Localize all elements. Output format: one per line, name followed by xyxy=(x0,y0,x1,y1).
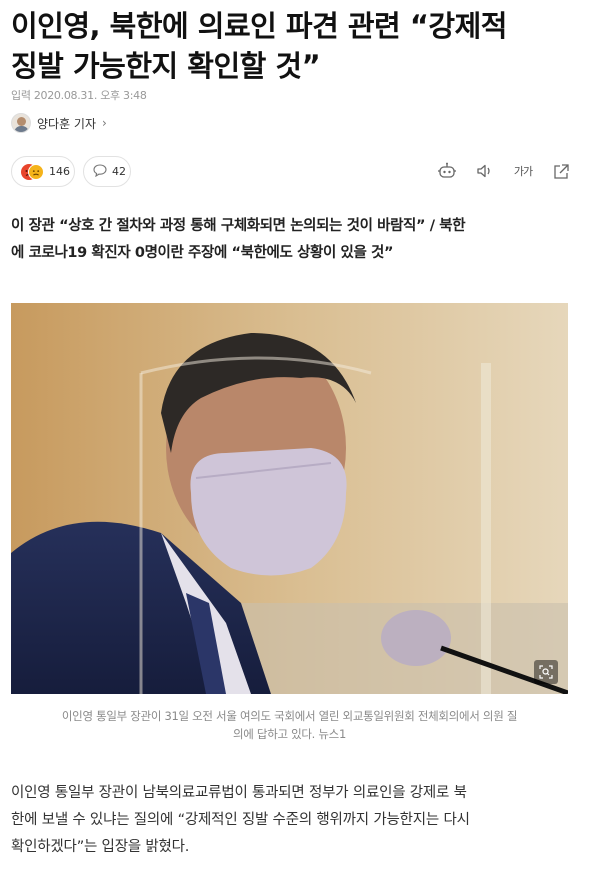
speaker-icon[interactable] xyxy=(474,160,496,182)
share-icon[interactable] xyxy=(550,160,572,182)
comment-icon xyxy=(93,163,107,180)
reaction-button[interactable]: 146 xyxy=(11,156,75,187)
font-size-label: 가가 xyxy=(513,165,533,178)
subhead-line-1: 이 장관 “상호 간 절차와 과정 통해 구체화되면 논의되는 것이 바람직” … xyxy=(11,218,466,234)
article-toolbar: 가가 xyxy=(436,160,572,182)
robot-summary-icon[interactable] xyxy=(436,160,458,182)
article-photo[interactable] xyxy=(11,303,568,694)
reporter-link[interactable]: 양다훈 기자 › xyxy=(11,112,107,134)
article-headline: 이인영, 북한에 의료인 파견 관련 “강제적 징발 가능한지 확인할 것” xyxy=(11,6,586,86)
sad-emoji-icon xyxy=(28,163,44,180)
body-line-3: 확인하겠다”는 입장을 밝혔다. xyxy=(11,839,190,855)
comment-count: 42 xyxy=(112,165,126,178)
font-size-icon[interactable]: 가가 xyxy=(512,160,534,182)
subhead-line-2: 에 코로나19 확진자 0명이란 주장에 “북한에도 상황이 있을 것” xyxy=(11,245,394,261)
reporter-avatar xyxy=(11,113,31,133)
caption-line-2: 의에 답하고 있다. 뉴스1 xyxy=(233,727,346,741)
photo-illustration xyxy=(11,303,568,694)
headline-line-1: 이인영, 북한에 의료인 파견 관련 “강제적 xyxy=(11,9,507,43)
reporter-name: 양다훈 기자 xyxy=(37,116,97,131)
body-line-2: 한에 보낼 수 있냐는 질의에 “강제적인 징발 수준의 행위까지 가능한지는 … xyxy=(11,812,470,828)
published-date: 입력 2020.08.31. 오후 3:48 xyxy=(11,89,147,102)
reaction-count: 146 xyxy=(49,165,70,178)
caption-line-1: 이인영 통일부 장관이 31일 오전 서울 여의도 국회에서 열린 외교통일위원… xyxy=(61,709,518,723)
chevron-right-icon: › xyxy=(102,116,107,130)
reaction-emoji-icon xyxy=(21,163,44,180)
headline-line-2: 징발 가능한지 확인할 것” xyxy=(11,49,321,83)
comment-button[interactable]: 42 xyxy=(83,156,131,187)
article-subheadline: 이 장관 “상호 간 절차와 과정 통해 구체화되면 논의되는 것이 바람직” … xyxy=(11,213,571,267)
zoom-icon[interactable] xyxy=(534,660,558,684)
body-line-1: 이인영 통일부 장관이 남북의료교류법이 통과되면 정부가 의료인을 강제로 북 xyxy=(11,785,467,801)
photo-caption: 이인영 통일부 장관이 31일 오전 서울 여의도 국회에서 열린 외교통일위원… xyxy=(11,707,568,743)
article-body: 이인영 통일부 장관이 남북의료교류법이 통과되면 정부가 의료인을 강제로 북… xyxy=(11,780,567,861)
